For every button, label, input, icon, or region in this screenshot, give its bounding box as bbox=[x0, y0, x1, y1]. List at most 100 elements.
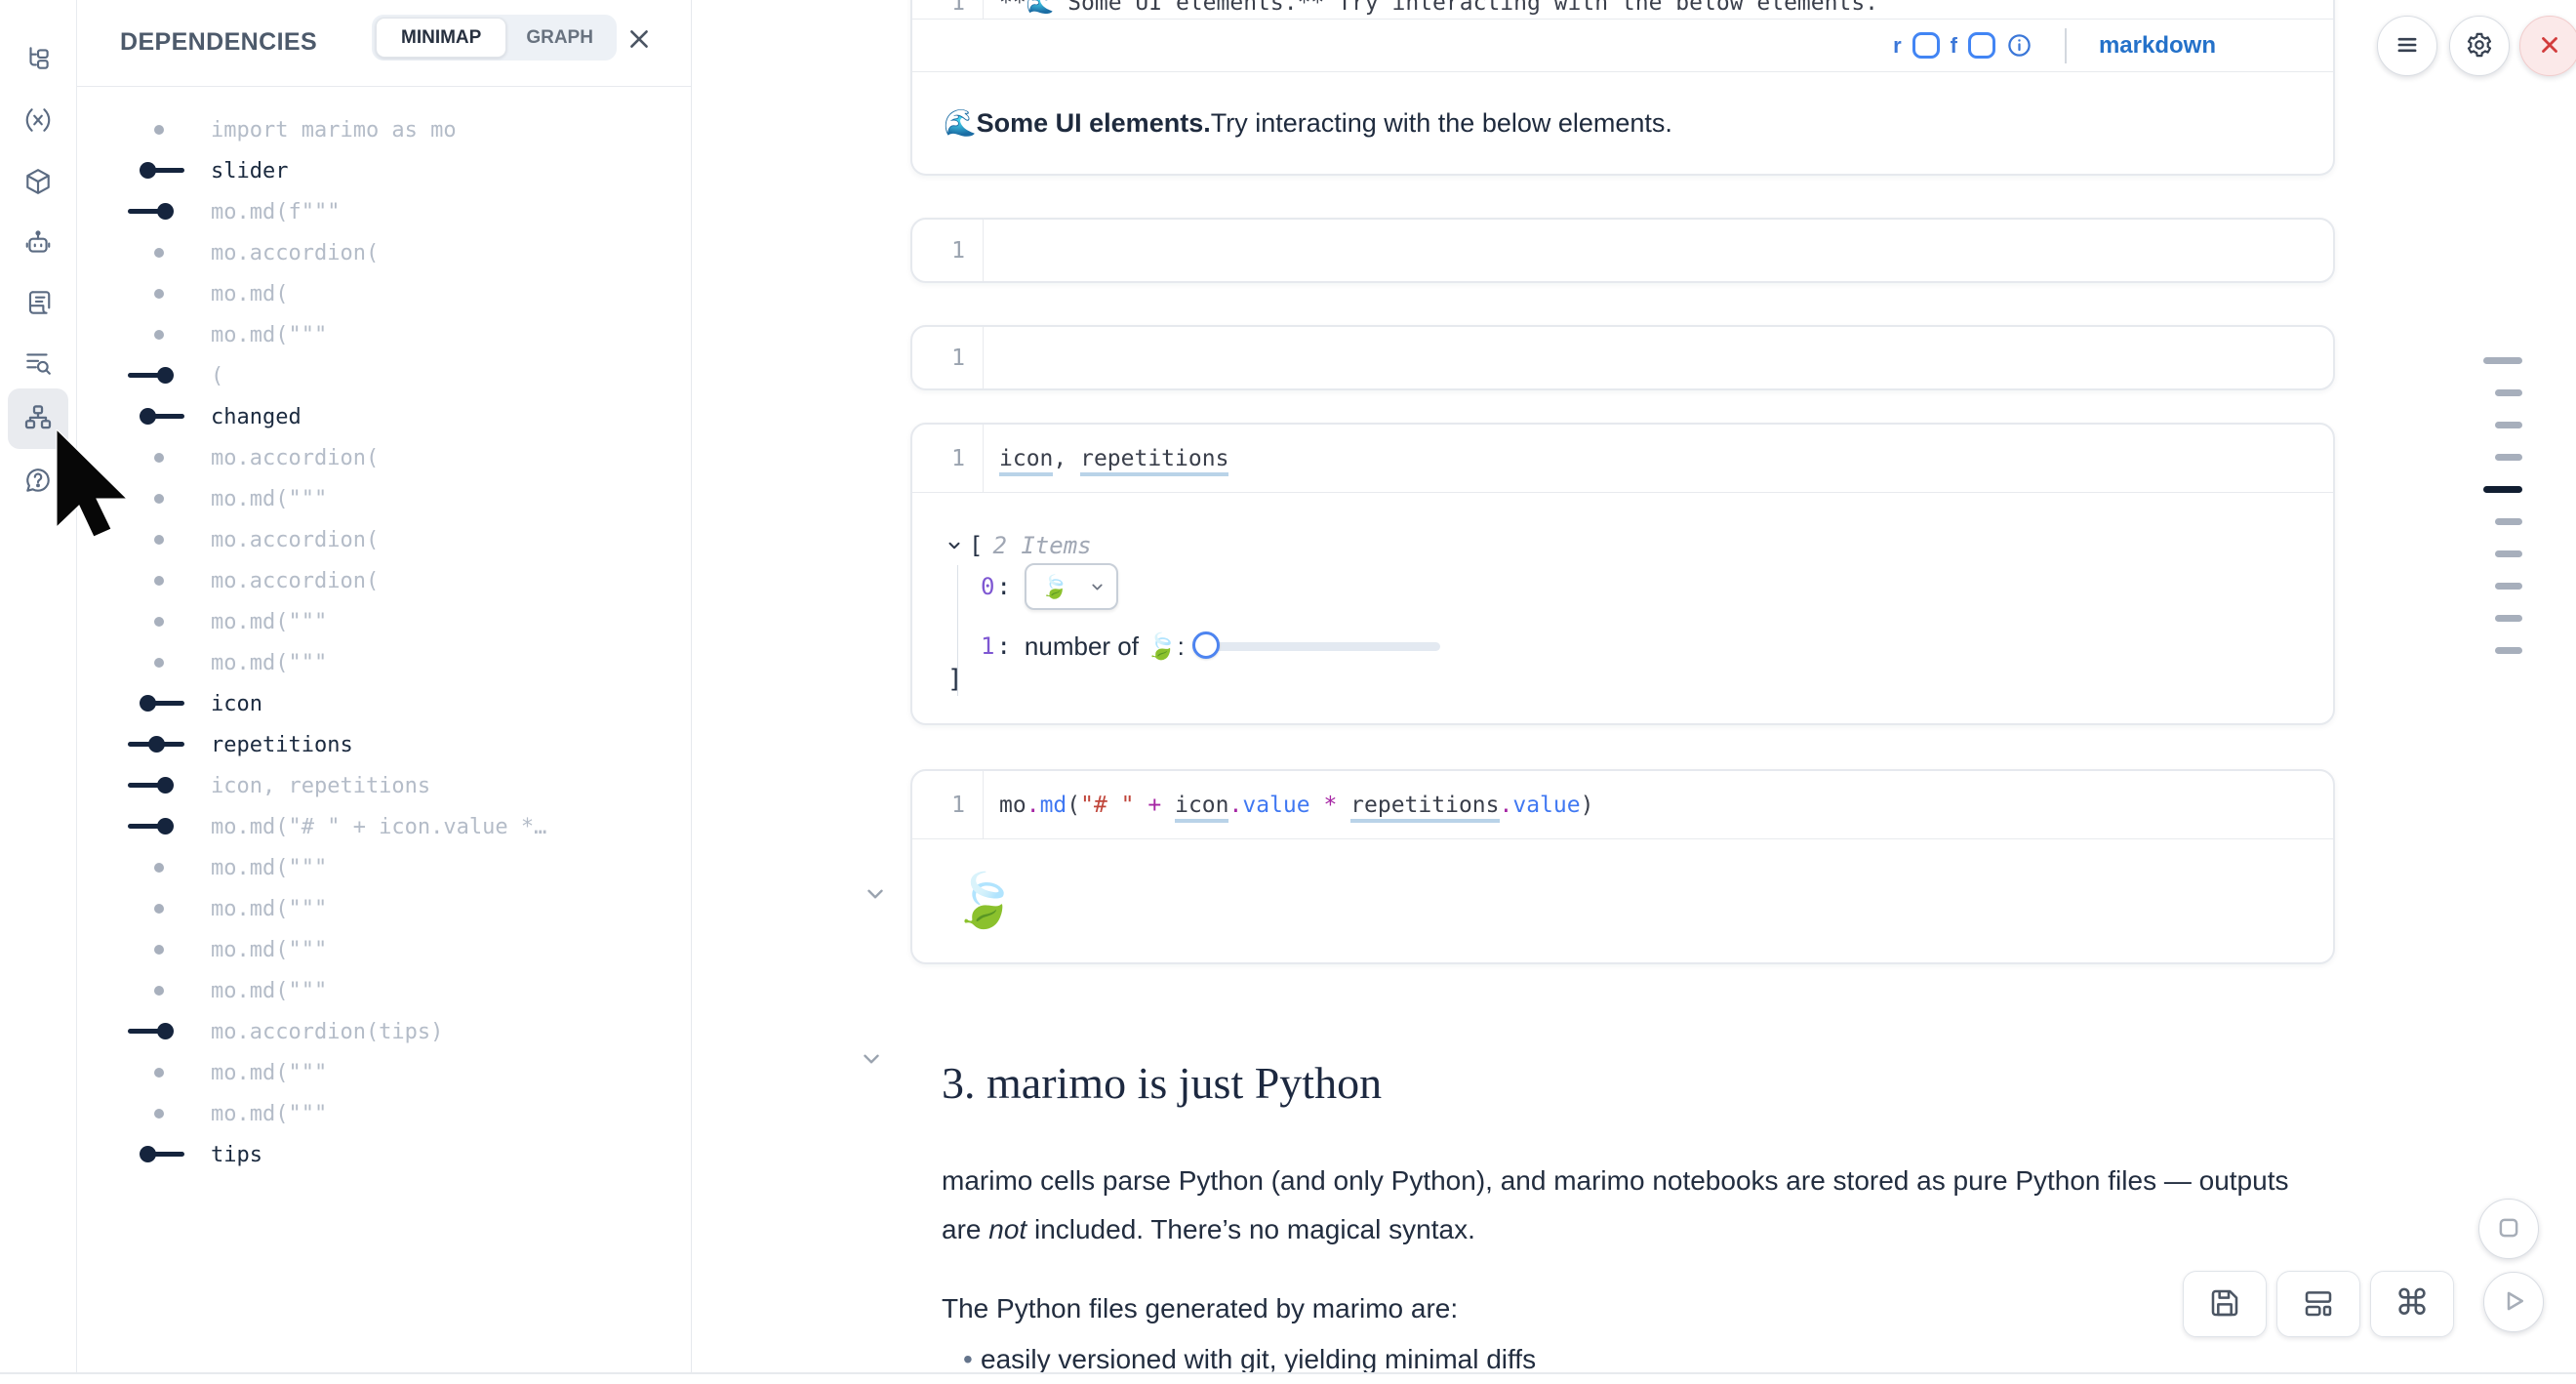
cell-toolbar: r f markdown bbox=[912, 19, 2333, 72]
menu-icon bbox=[2394, 31, 2421, 61]
menu-button[interactable] bbox=[2377, 16, 2437, 76]
settings-button[interactable] bbox=[2449, 16, 2510, 76]
dependency-item[interactable]: mo.md(f""" bbox=[77, 191, 690, 232]
dependency-item[interactable]: ( bbox=[77, 355, 690, 396]
slider-track[interactable] bbox=[1194, 642, 1440, 651]
minimap-cell-dash[interactable] bbox=[2483, 486, 2522, 493]
dependency-item[interactable]: icon, repetitions bbox=[77, 765, 690, 806]
dependency-item[interactable]: mo.md(""" bbox=[77, 847, 690, 888]
dependency-item[interactable]: mo.accordion( bbox=[77, 560, 690, 601]
layout-button[interactable] bbox=[2276, 1271, 2360, 1337]
cell-tuple-editor[interactable]: 1 icon, repetitions bbox=[912, 425, 2333, 493]
scratchpad-icon[interactable] bbox=[13, 277, 63, 328]
dependency-item[interactable]: mo.md(""" bbox=[77, 601, 690, 642]
dependency-item-label: repetitions bbox=[211, 733, 353, 757]
cell-md-editor[interactable]: 1 mo.md("# " + icon.value * repetitions.… bbox=[912, 771, 2333, 839]
dropdown-widget[interactable]: 🍃 bbox=[1025, 563, 1118, 610]
cell-intro-editor[interactable]: 1 **🌊 Some UI elements.** Try interactin… bbox=[912, 0, 2333, 19]
dependency-item[interactable]: mo.md(""" bbox=[77, 314, 690, 355]
minimap-cell-dash[interactable] bbox=[2483, 357, 2522, 364]
shortcuts-button[interactable]: ⌘ bbox=[2370, 1271, 2454, 1337]
cell-slider-editor[interactable]: 1 repetitions = mo.ui.slider(1, 16, labe… bbox=[912, 327, 2333, 388]
variables-icon[interactable] bbox=[13, 95, 63, 145]
minimap-cell-dash[interactable] bbox=[2495, 454, 2522, 461]
minimap-cell-dash[interactable] bbox=[2495, 583, 2522, 590]
dependency-item[interactable]: changed bbox=[77, 396, 690, 437]
cell-dot-icon bbox=[128, 478, 186, 519]
tab-minimap[interactable]: MINIMAP bbox=[376, 18, 506, 58]
ai-assistant-icon[interactable] bbox=[13, 218, 63, 268]
section-paragraph: The Python files generated by marimo are… bbox=[942, 1284, 2332, 1333]
minimap-cell-dash[interactable] bbox=[2495, 518, 2522, 525]
cell-dot-icon bbox=[128, 847, 186, 888]
dependency-item[interactable]: repetitions bbox=[77, 724, 690, 765]
layout-icon bbox=[2303, 1287, 2334, 1322]
dependency-item[interactable]: slider bbox=[77, 150, 690, 191]
dependency-item-label: mo.md(""" bbox=[211, 323, 327, 347]
cell-intro: 1 **🌊 Some UI elements.** Try interactin… bbox=[910, 0, 2335, 176]
dependency-item-label: icon, repetitions bbox=[211, 774, 430, 798]
collapse-chevron-icon[interactable] bbox=[946, 537, 963, 554]
line-number-gutter: 1 bbox=[912, 425, 984, 492]
panel-title: DEPENDENCIES bbox=[120, 28, 317, 57]
cell-dot-icon bbox=[128, 888, 186, 929]
close-icon[interactable] bbox=[625, 25, 653, 53]
dependency-item[interactable]: mo.accordion( bbox=[77, 519, 690, 560]
dependency-item[interactable]: mo.md(""" bbox=[77, 970, 690, 1011]
cell-md-expr: 1 mo.md("# " + icon.value * repetitions.… bbox=[910, 769, 2335, 964]
dependency-item[interactable]: mo.accordion( bbox=[77, 232, 690, 273]
cell-language-label[interactable]: markdown bbox=[2099, 32, 2216, 60]
dependency-item[interactable]: mo.md( bbox=[77, 273, 690, 314]
dependency-item[interactable]: icon bbox=[77, 683, 690, 724]
dependency-item-label: mo.accordion( bbox=[211, 241, 379, 265]
snippets-search-icon[interactable] bbox=[13, 338, 63, 388]
file-explorer-icon[interactable] bbox=[13, 33, 63, 84]
tab-graph[interactable]: GRAPH bbox=[506, 19, 613, 57]
format-checkbox[interactable] bbox=[1968, 32, 1995, 59]
dependency-item[interactable]: mo.md(""" bbox=[77, 478, 690, 519]
dependency-item[interactable]: mo.md(""" bbox=[77, 1093, 690, 1134]
cell-ref-marker-icon bbox=[128, 1011, 186, 1052]
run-button[interactable] bbox=[2483, 1272, 2544, 1332]
dependency-item-label: mo.accordion( bbox=[211, 446, 379, 470]
minimap-cell-dash[interactable] bbox=[2495, 422, 2522, 428]
dependency-item[interactable]: mo.accordion(tips) bbox=[77, 1011, 690, 1052]
dependency-item[interactable]: tips bbox=[77, 1134, 690, 1175]
cell-slider-def: 1 repetitions = mo.ui.slider(1, 16, labe… bbox=[910, 325, 2335, 390]
dependency-item[interactable]: mo.md(""" bbox=[77, 929, 690, 970]
cell-def-marker-icon bbox=[128, 683, 186, 724]
reactive-checkbox[interactable] bbox=[1912, 32, 1940, 59]
shutdown-button[interactable] bbox=[2519, 16, 2576, 76]
minimap-cell-dash[interactable] bbox=[2495, 647, 2522, 654]
minimap-cell-dash[interactable] bbox=[2495, 615, 2522, 622]
dependency-item[interactable]: import marimo as mo bbox=[77, 109, 690, 150]
section-heading: 3. marimo is just Python bbox=[942, 1057, 1382, 1109]
output-collapse-chevron-icon[interactable] bbox=[863, 881, 888, 907]
dependency-item[interactable]: mo.accordion( bbox=[77, 437, 690, 478]
cell-minimap-rail bbox=[2483, 357, 2522, 654]
save-button[interactable] bbox=[2183, 1271, 2267, 1337]
dependency-item-label: mo.md(""" bbox=[211, 1102, 327, 1126]
minimap-cell-dash[interactable] bbox=[2495, 389, 2522, 396]
slider-widget[interactable] bbox=[1194, 631, 1440, 661]
dependency-item[interactable]: mo.md("# " + icon.value *… bbox=[77, 806, 690, 847]
bullet-marker: • bbox=[942, 1335, 981, 1384]
packages-icon[interactable] bbox=[13, 156, 63, 207]
dependency-item[interactable]: mo.md(""" bbox=[77, 642, 690, 683]
code-line: **🌊 Some UI elements.** Try interacting … bbox=[999, 0, 1878, 16]
dependency-item[interactable]: mo.md(""" bbox=[77, 1052, 690, 1093]
cell-tuple-output: [ 2 Items 0: 🍃 1: number of 🍃: bbox=[912, 493, 2333, 724]
minimap-cell-dash[interactable] bbox=[2495, 550, 2522, 557]
cell-dropdown-editor[interactable]: 1 icon = mo.ui.dropdown(["🍃", "🌊", "✨"],… bbox=[912, 220, 2333, 281]
section-collapse-chevron-icon[interactable] bbox=[859, 1046, 884, 1072]
output-text: Try interacting with the below elements. bbox=[1211, 108, 1672, 139]
dependency-item-label: mo.md(""" bbox=[211, 487, 327, 511]
cell-dot-icon bbox=[128, 1052, 186, 1093]
cell-dot-icon bbox=[128, 929, 186, 970]
dependency-item-label: mo.md(""" bbox=[211, 897, 327, 921]
dependency-item[interactable]: mo.md(""" bbox=[77, 888, 690, 929]
stop-button[interactable] bbox=[2478, 1199, 2539, 1259]
cell-dot-icon bbox=[128, 437, 186, 478]
info-icon[interactable] bbox=[2006, 32, 2033, 59]
slider-thumb[interactable] bbox=[1192, 631, 1220, 659]
